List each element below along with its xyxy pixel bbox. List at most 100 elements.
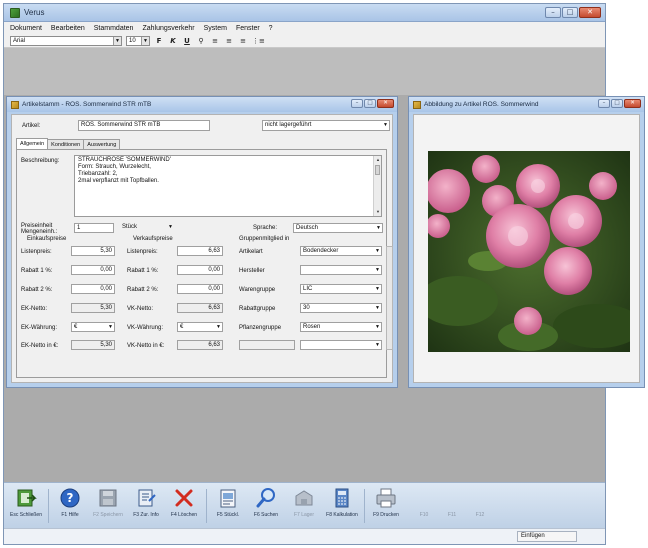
menu-system[interactable]: System (204, 25, 227, 32)
underline-button[interactable]: U (182, 36, 192, 46)
f12-label: F12 (475, 512, 485, 518)
article-window-title: Artikelstamm - ROS. Sommerwind STR mTB (22, 101, 152, 108)
chevron-down-icon: ▼ (216, 324, 221, 330)
vk-rabatt1-field[interactable]: 0,00 (177, 265, 223, 275)
vk-rabatt1-label: Rabatt 1 %: (127, 268, 159, 274)
esc-close-button[interactable]: Esc Schließen (8, 486, 44, 526)
maximize-button[interactable]: □ (364, 99, 376, 108)
maximize-button[interactable]: □ (611, 99, 623, 108)
align-right-icon[interactable]: ≡ (238, 36, 248, 46)
menu-dokument[interactable]: Dokument (10, 25, 42, 32)
print-icon (375, 487, 397, 509)
vk-netto-field: 6,63 (177, 303, 223, 313)
beschreibung-textarea[interactable]: STRAUCHROSE 'SOMMERWIND' Form: Strauch, … (74, 155, 382, 217)
menu-zahlungsverkehr[interactable]: Zahlungsverkehr (142, 25, 194, 32)
scroll-thumb[interactable] (375, 165, 380, 175)
font-size-select[interactable]: 10 ▼ (126, 35, 150, 46)
preiseinheit-field[interactable]: 1 (74, 223, 114, 233)
article-window-titlebar[interactable]: Artikelstamm - ROS. Sommerwind STR mTB –… (7, 97, 397, 112)
warengruppe-select[interactable]: LIC ▼ (300, 284, 382, 294)
function-key-toolbar: Esc Schließen ? F1 Hilfe F2 Speichern F3… (4, 482, 605, 528)
menu-help[interactable]: ? (269, 25, 273, 32)
scroll-up-icon[interactable]: ▲ (374, 156, 382, 164)
main-titlebar[interactable]: Verus – □ ✕ (4, 4, 605, 22)
f7-warehouse-label: F7 Lager (293, 512, 314, 518)
vertical-scrollbar[interactable]: ▲ ▼ (373, 156, 381, 216)
minimize-button[interactable]: – (598, 99, 610, 108)
toolbar-divider (48, 489, 49, 523)
font-size-value: 10 (129, 37, 136, 44)
artikelart-select[interactable]: Bodendecker ▼ (300, 246, 382, 256)
f3-info-button[interactable]: F3 Zur. Info (128, 486, 164, 526)
desc-line: STRAUCHROSE 'SOMMERWIND' (78, 157, 171, 163)
artikel-field[interactable]: ROS. Sommerwind STR mTB (78, 120, 210, 131)
ek-netto-label: EK-Netto: (21, 306, 48, 312)
close-button[interactable]: ✕ (377, 99, 394, 108)
tab-auswertung[interactable]: Auswertung (83, 139, 121, 149)
menu-stammdaten[interactable]: Stammdaten (94, 25, 134, 32)
einheit-select[interactable]: Stück ▼ (120, 223, 174, 233)
f9-print-button[interactable]: F9 Drucken (368, 486, 404, 526)
align-left-icon[interactable]: ≡ (210, 36, 220, 46)
italic-button[interactable]: K (168, 36, 178, 46)
lager-status-select[interactable]: nicht lagergeführt ▼ (262, 120, 390, 131)
f2-save-label: F2 Speichern (93, 512, 123, 518)
vk-netto-eur-field: 6,63 (177, 340, 223, 350)
vk-rabatt2-field[interactable]: 0,00 (177, 284, 223, 294)
menu-fenster[interactable]: Fenster (236, 25, 260, 32)
f6-search-button[interactable]: F6 Suchen (248, 486, 284, 526)
search-icon (255, 487, 277, 509)
lager-status-value: nicht lagergeführt (265, 122, 312, 128)
chevron-down-icon: ▼ (383, 122, 388, 128)
vk-listenpreis-field[interactable]: 6,63 (177, 246, 223, 256)
image-window-title: Abbildung zu Artikel ROS. Sommerwind (424, 101, 539, 108)
f5-parts-list-button[interactable]: F5 Stückl. (210, 486, 246, 526)
close-button[interactable]: ✕ (624, 99, 641, 108)
close-button[interactable]: ✕ (579, 7, 601, 18)
f8-calculation-label: F8 Kalkulation (326, 512, 358, 518)
tab-konditionen[interactable]: Konditionen (47, 139, 85, 149)
minimize-button[interactable]: – (351, 99, 363, 108)
group-scrollbar[interactable] (386, 246, 393, 350)
rabattgruppe-select[interactable]: 30 ▼ (300, 303, 382, 313)
maximize-button[interactable]: □ (562, 7, 578, 18)
chevron-down-icon: ▼ (113, 36, 121, 45)
f12-button[interactable]: F12 (462, 486, 498, 526)
rose-photo (428, 151, 630, 352)
f7-warehouse-button[interactable]: F7 Lager (286, 486, 322, 526)
image-frame (413, 114, 640, 383)
bold-button[interactable]: F (154, 36, 164, 46)
font-select[interactable]: Arial ▼ (10, 35, 122, 46)
parts-list-icon (217, 487, 239, 509)
f1-help-button[interactable]: ? F1 Hilfe (52, 486, 88, 526)
ek-waehrung-select[interactable]: € ▼ (71, 322, 115, 332)
ek-netto-eur-label: EK-Netto in €: (21, 343, 59, 349)
scroll-down-icon[interactable]: ▼ (374, 208, 382, 216)
sprache-select[interactable]: Deutsch ▼ (293, 223, 383, 233)
ek-listenpreis-field[interactable]: 5,30 (71, 246, 115, 256)
menu-bearbeiten[interactable]: Bearbeiten (51, 25, 85, 32)
tab-allgemein[interactable]: Allgemein (16, 138, 49, 149)
f2-save-button[interactable]: F2 Speichern (90, 486, 126, 526)
bullet-list-icon[interactable]: ⋮≡ (252, 36, 265, 46)
rabattgruppe-value: 30 (303, 305, 310, 311)
font-color-icon[interactable]: ⚲ (196, 36, 206, 46)
ek-rabatt1-field[interactable]: 0,00 (71, 265, 115, 275)
toolbar-divider (364, 489, 365, 523)
f8-calculation-button[interactable]: F8 Kalkulation (324, 486, 360, 526)
rabattgruppe-label: Rabattgruppe (239, 306, 276, 312)
sprache-value: Deutsch (296, 225, 319, 231)
hersteller-select[interactable]: ▼ (300, 265, 382, 275)
align-center-icon[interactable]: ≡ (224, 36, 234, 46)
minimize-button[interactable]: – (545, 7, 561, 18)
pflanzengruppe-select[interactable]: Rosen ▼ (300, 322, 382, 332)
vk-waehrung-select[interactable]: € ▼ (177, 322, 223, 332)
ek-rabatt2-field[interactable]: 0,00 (71, 284, 115, 294)
extra-group-select[interactable]: ▼ (300, 340, 382, 350)
image-window-titlebar[interactable]: Abbildung zu Artikel ROS. Sommerwind – □… (409, 97, 644, 112)
f4-delete-button[interactable]: F4 Löschen (166, 486, 202, 526)
empty-slot-icon (441, 487, 463, 509)
artikelart-value: Bodendecker (303, 248, 339, 254)
delete-icon (173, 487, 195, 509)
main-window: Verus – □ ✕ Dokument Bearbeiten Stammdat… (3, 3, 645, 545)
